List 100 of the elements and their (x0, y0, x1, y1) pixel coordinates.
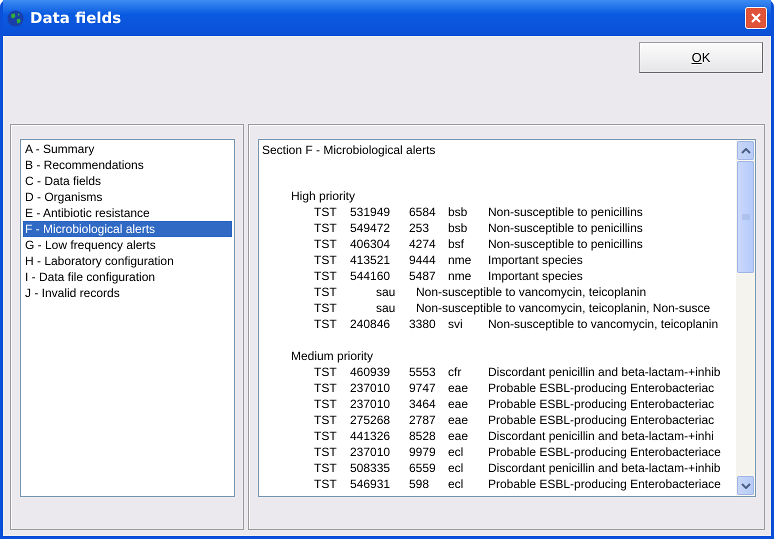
lab-code: TST (314, 364, 338, 380)
report-heading: Section F - Microbiological alerts (262, 142, 436, 158)
patient-id: 508335 (350, 460, 392, 476)
patient-id: 237010 (350, 396, 392, 412)
alert-text: Probable ESBL-producing Enterobacteriac (488, 380, 714, 396)
specimen-number: 9444 (409, 252, 437, 268)
organism-code: eae (448, 412, 470, 428)
section-item[interactable]: E - Antibiotic resistance (23, 205, 232, 221)
specimen-number: 6584 (409, 204, 437, 220)
organism-code: ecl (448, 460, 464, 476)
specimen-number: 253 (409, 220, 430, 236)
patient-id: 240846 (350, 316, 392, 332)
organism-code: sau (376, 284, 396, 300)
chevron-down-icon (740, 482, 750, 488)
specimen-number: 2787 (409, 412, 437, 428)
chevron-up-icon (740, 148, 750, 154)
section-item[interactable]: I - Data file configuration (23, 269, 232, 285)
alert-text: Non-susceptible to vancomycin, teicoplanin (416, 284, 646, 300)
organism-code: cfr (448, 364, 462, 380)
organism-code: ecl (448, 444, 464, 460)
alert-text: Non-susceptible to penicillins (488, 236, 643, 252)
scroll-up-button[interactable] (737, 141, 754, 160)
lab-code: TST (314, 204, 338, 220)
alert-text: Non-susceptible to penicillins (488, 204, 643, 220)
alert-text: Important species (488, 268, 583, 284)
organism-code: nme (448, 268, 472, 284)
specimen-number: 8528 (409, 428, 437, 444)
lab-code: TST (314, 300, 338, 316)
patient-id: 413521 (350, 252, 392, 268)
patient-id: 549472 (350, 220, 392, 236)
window-title: Data fields (30, 9, 122, 27)
section-item[interactable]: F - Microbiological alerts (23, 221, 232, 237)
lab-code: TST (314, 476, 338, 492)
lab-code: TST (314, 412, 338, 428)
section-item[interactable]: H - Laboratory configuration (23, 253, 232, 269)
specimen-number: 3464 (409, 396, 437, 412)
specimen-number: 3380 (409, 316, 437, 332)
alert-text: Important species (488, 252, 583, 268)
alert-text: Probable ESBL-producing Enterobacteriac (488, 412, 714, 428)
specimen-number: 9979 (409, 444, 437, 460)
alert-text: Non-susceptible to vancomycin, teicoplanin (488, 316, 718, 332)
lab-code: TST (314, 460, 338, 476)
specimen-number: 4274 (409, 236, 437, 252)
section-item[interactable]: A - Summary (23, 141, 232, 157)
patient-id: 406304 (350, 236, 392, 252)
lab-code: TST (314, 428, 338, 444)
lab-code: TST (314, 444, 338, 460)
specimen-number: 598 (409, 476, 430, 492)
lab-code: TST (314, 220, 338, 236)
close-icon (750, 12, 762, 24)
organism-code: bsf (448, 236, 466, 252)
section-item[interactable]: B - Recommendations (23, 157, 232, 173)
organism-code: bsb (448, 204, 468, 220)
patient-id: 275268 (350, 412, 392, 428)
scroll-down-button[interactable] (737, 476, 754, 495)
specimen-number: 5487 (409, 268, 437, 284)
organism-code: sau (376, 300, 396, 316)
organism-code: eae (448, 396, 470, 412)
organism-code: ecl (448, 476, 464, 492)
patient-id: 544160 (350, 268, 392, 284)
organism-code: eae (448, 428, 470, 444)
lab-code: TST (314, 380, 338, 396)
alert-text: Discordant penicillin and beta-lactam-+inhib (488, 460, 720, 476)
patient-id: 237010 (350, 380, 392, 396)
group-title: High priority (290, 188, 356, 204)
close-button[interactable] (745, 7, 767, 29)
specimen-number: 6559 (409, 460, 437, 476)
organism-code: eae (448, 380, 470, 396)
section-item[interactable]: J - Invalid records (23, 285, 232, 301)
lab-code: TST (314, 268, 338, 284)
alert-text: Discordant penicillin and beta-lactam-+inhib (488, 364, 720, 380)
lab-code: TST (314, 284, 338, 300)
globe-icon (7, 10, 24, 26)
organism-code: svi (448, 316, 464, 332)
lab-code: TST (314, 316, 338, 332)
lab-code: TST (314, 252, 338, 268)
alert-text: Non-susceptible to penicillins (488, 220, 643, 236)
section-item[interactable]: D - Organisms (23, 189, 232, 205)
scroll-thumb[interactable] (737, 161, 754, 273)
ok-button[interactable]: OK (639, 42, 763, 73)
group-title: Medium priority (290, 348, 374, 364)
organism-code: nme (448, 252, 472, 268)
alert-text: Probable ESBL-producing Enterobacteriace (488, 476, 721, 492)
section-item[interactable]: C - Data fields (23, 173, 232, 189)
lab-code: TST (314, 396, 338, 412)
patient-id: 441326 (350, 428, 392, 444)
section-item[interactable]: G - Low frequency alerts (23, 237, 232, 253)
specimen-number: 9747 (409, 380, 437, 396)
patient-id: 237010 (350, 444, 392, 460)
organism-code: bsb (448, 220, 468, 236)
patient-id: 531949 (350, 204, 392, 220)
alert-text: Probable ESBL-producing Enterobacteriac (488, 396, 714, 412)
alert-text: Discordant penicillin and beta-lactam-+inhi (488, 428, 714, 444)
alert-text: Non-susceptible to vancomycin, teicoplanin, Non-susce (416, 300, 710, 316)
vertical-scrollbar[interactable] (736, 140, 755, 496)
patient-id: 460939 (350, 364, 392, 380)
alert-text: Probable ESBL-producing Enterobacteriace (488, 444, 721, 460)
lab-code: TST (314, 236, 338, 252)
specimen-number: 5553 (409, 364, 437, 380)
patient-id: 546931 (350, 476, 392, 492)
